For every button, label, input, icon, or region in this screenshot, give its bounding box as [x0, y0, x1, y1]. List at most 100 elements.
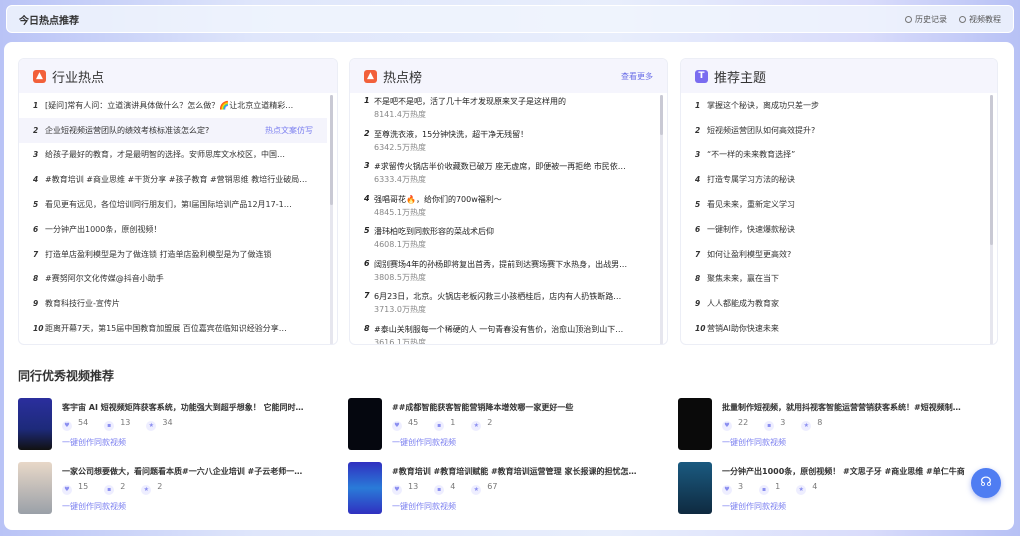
video-thumbnail[interactable]	[678, 398, 712, 450]
scrollbar[interactable]	[330, 95, 333, 344]
view-more-link[interactable]: 查看更多	[621, 71, 653, 82]
video-card[interactable]: ##成都智能获客智能营销降本增效哪一家更好一些 ♥ 45 ▪ 1 ★ 2 一键创作同款视频	[348, 398, 668, 452]
item-title: 企业短视频运营团队的绩效考核标准该怎么定?	[45, 125, 210, 135]
list-item[interactable]: 5 看见未来，重新定义学习	[681, 192, 987, 217]
history-button[interactable]: 历史记录	[905, 14, 947, 25]
list-item[interactable]: 4 #教育培训 #商业思维 #干货分享 #孩子教育 #营销思维 教培行业破局…	[19, 167, 327, 192]
video-thumbnail[interactable]	[18, 462, 52, 514]
likes-stat: ♥ 22	[722, 418, 748, 431]
list-item[interactable]: 6 一键制作，快速爆款秘诀	[681, 217, 987, 242]
rank-number: 3	[364, 161, 370, 170]
likes-count: 54	[78, 418, 89, 427]
customer-service-button[interactable]: ☊	[971, 468, 1001, 498]
topics-card: T 推荐主题 1 掌握这个秘诀，离成功只差一步 2 短视频运营团队如何高效提升? 3 “不一…	[680, 58, 998, 345]
create-similar-link[interactable]: 一键创作同款视频	[62, 437, 338, 448]
create-similar-link[interactable]: 一键创作同款视频	[722, 501, 998, 512]
video-title[interactable]: 一分钟产出1000条，原创视频！ #文思子牙 #商业思维 #单仁牛商	[722, 466, 984, 477]
item-title: #求留传火锅店半价收藏数已破万 座无虚席，即便被一再拒绝 市民依…	[374, 162, 626, 171]
hot-item[interactable]: 7 6月23日，北京。火锅店老板闪救三小孩栖桂后，店内有人扔铁断路… 3713.0万…	[350, 288, 657, 321]
stars-stat: ★ 2	[471, 418, 492, 431]
list-item[interactable]: 9 教育科技行业-宣传片	[19, 291, 327, 316]
rank-number: 10	[695, 324, 706, 334]
video-thumbnail[interactable]	[18, 398, 52, 450]
video-card[interactable]: 一分钟产出1000条，原创视频！ #文思子牙 #商业思维 #单仁牛商 ♥ 3 ▪ 1 ★ 4…	[678, 462, 998, 516]
stars-stat: ★ 67	[471, 482, 497, 495]
list-item[interactable]: 3 “不一样的未来教育选择”	[681, 143, 987, 168]
heat-value: 4608.1万热度	[374, 240, 426, 249]
rank-number: 5	[695, 200, 701, 210]
stars-stat: ★ 2	[141, 482, 162, 495]
item-title: 人人都能成为教育家	[707, 299, 779, 309]
item-title: #泰山关制服每一个稀硬的人 一句青春没有售价，治愈山顶治到山下…	[374, 324, 624, 334]
comment-icon: ▪	[104, 485, 115, 495]
hot-item[interactable]: 5 潘玮柏吃到同款形容的菜战术后仰 4608.1万热度	[350, 223, 657, 256]
video-card[interactable]: 一家公司想要做大，看问题看本质#一六八企业培训 #子云老师一… ♥ 15 ▪ 2 ★ 2 一键…	[18, 462, 338, 516]
create-similar-link[interactable]: 一键创作同款视频	[62, 501, 338, 512]
video-title[interactable]: #教育培训 #教育培训赋能 #教育培训运营管理 家长报课的担忧怎…	[392, 466, 654, 477]
video-title[interactable]: 一家公司想要做大，看问题看本质#一六八企业培训 #子云老师一…	[62, 466, 324, 477]
video-thumbnail[interactable]	[348, 398, 382, 450]
page-title: 今日热点推荐	[19, 15, 79, 27]
fire-icon: ▲	[364, 69, 377, 83]
rewrite-button[interactable]: 热点文案仿写	[265, 125, 313, 136]
create-similar-link[interactable]: 一键创作同款视频	[722, 437, 998, 448]
list-item[interactable]: 5 看见更有远见，各位培训同行朋友们，第Ⅰ届国际培训产品12月17-1…	[19, 192, 327, 217]
list-item[interactable]: 10 距离开幕7天，第15届中国教育加盟展 百位嘉宾莅临知识经验分享…	[19, 316, 327, 341]
list-item[interactable]: 1 [疑问]常有人问：立道演讲具体做什么？怎么做？🌈让北京立道精彩…	[19, 93, 327, 118]
item-title: 看见更有远见，各位培训同行朋友们，第Ⅰ届国际培训产品12月17-1…	[45, 200, 292, 210]
clock-icon	[905, 15, 912, 23]
likes-stat: ♥ 15	[62, 482, 88, 495]
headset-icon: ☊	[980, 475, 992, 490]
hot-item[interactable]: 8 #泰山关制服每一个稀硬的人 一句青春没有售价，治愈山顶治到山下… 3616.1万…	[350, 321, 657, 345]
video-card[interactable]: 批量制作短视频，就用抖视客智能运营营销获客系统！#短视频制… ♥ 22 ▪ 3 ★ 8 一键创…	[678, 398, 998, 452]
hot-item[interactable]: 4 强唱哥花🔥，给你们的700w福利～ 4845.1万热度	[350, 191, 657, 224]
video-card[interactable]: 客宇宙 AI 短视频矩阵获客系统，功能强大到超乎想象！ 它能同时… ♥ 54 ▪ 13 ★…	[18, 398, 338, 452]
video-thumbnail[interactable]	[678, 462, 712, 514]
likes-count: 45	[408, 418, 419, 427]
list-item[interactable]: 7 打造单店盈利模型是为了做连锁 打造单店盈利模型是为了做连锁	[19, 242, 327, 267]
hot-item[interactable]: 1 不是吧不是吧，活了几十年才发现原来叉子是这样用的 8141.4万热度	[350, 93, 657, 126]
list-item[interactable]: 6 一分钟产出1000条，原创视频！	[19, 217, 327, 242]
video-title[interactable]: ##成都智能获客智能营销降本增效哪一家更好一些	[392, 402, 654, 413]
create-similar-link[interactable]: 一键创作同款视频	[392, 437, 668, 448]
like-icon: ♥	[62, 485, 72, 495]
list-item[interactable]: 2 短视频运营团队如何高效提升?	[681, 118, 987, 143]
list-item[interactable]: 3 给孩子最好的教育，才是最明智的选择。安师思库文水校区，中国…	[19, 143, 327, 168]
hot-item[interactable]: 6 阔别赛场4年的孙杨即将复出首秀，提前到达赛场赛下水热身，出战男… 3808.5万…	[350, 256, 657, 289]
hot-item[interactable]: 3 #求留传火锅店半价收藏数已破万 座无虚席，即便被一再拒绝 市民依… 6333.4…	[350, 158, 657, 191]
list-item[interactable]: 8 #赛努阿尔文化传媒@抖音小助手	[19, 267, 327, 292]
list-item[interactable]: 7 如何让盈利模型更高效?	[681, 242, 987, 267]
scrollbar[interactable]	[660, 95, 663, 344]
hot-item[interactable]: 2 至尊洗衣液，15分钟快洗，超干净无残留！ 6342.5万热度	[350, 126, 657, 159]
rank-number: 2	[33, 125, 39, 135]
list-item[interactable]: 1 掌握这个秘诀，离成功只差一步	[681, 93, 987, 118]
list-item[interactable]: 2 企业短视频运营团队的绩效考核标准该怎么定? 热点文案仿写	[19, 117, 327, 143]
list-item[interactable]: 8 聚焦未来，赢在当下	[681, 267, 987, 292]
item-title: 打造单店盈利模型是为了做连锁 打造单店盈利模型是为了做连锁	[45, 249, 272, 259]
video-card[interactable]: #教育培训 #教育培训赋能 #教育培训运营管理 家长报课的担忧怎… ♥ 13 ▪ 4 ★ 6…	[348, 462, 668, 516]
video-title[interactable]: 客宇宙 AI 短视频矩阵获客系统，功能强大到超乎想象！ 它能同时…	[62, 402, 324, 413]
item-title: 如何让盈利模型更高效?	[707, 249, 792, 259]
section-title: 同行优秀视频推荐	[18, 369, 115, 383]
list-item[interactable]: 4 打造专属学习方法的秘诀	[681, 167, 987, 192]
comments-count: 4	[450, 482, 456, 491]
stars-count: 2	[157, 482, 163, 491]
item-title: #赛努阿尔文化传媒@抖音小助手	[45, 274, 164, 284]
video-title[interactable]: 批量制作短视频，就用抖视客智能运营营销获客系统！#短视频制…	[722, 402, 984, 413]
comments-stat: ▪ 2	[104, 482, 125, 495]
rank-number: 3	[33, 150, 39, 160]
likes-stat: ♥ 3	[722, 482, 743, 495]
list-item[interactable]: 9 人人都能成为教育家	[681, 291, 987, 316]
create-similar-link[interactable]: 一键创作同款视频	[392, 501, 668, 512]
list-item[interactable]: 10 营销AI助你快速未来	[681, 316, 987, 341]
tutorial-label: 视频教程	[969, 14, 1001, 24]
scrollbar[interactable]	[990, 95, 993, 344]
item-title: 距离开幕7天，第15届中国教育加盟展 百位嘉宾莅临知识经验分享…	[45, 324, 287, 334]
like-icon: ♥	[392, 485, 402, 495]
rank-number: 5	[364, 226, 370, 235]
item-title: 阔别赛场4年的孙杨即将复出首秀，提前到达赛场赛下水热身，出战男…	[374, 259, 628, 269]
tutorial-button[interactable]: 视频教程	[959, 14, 1001, 25]
item-title: 至尊洗衣液，15分钟快洗，超干净无残留！	[374, 129, 529, 139]
video-thumbnail[interactable]	[348, 462, 382, 514]
star-icon: ★	[801, 421, 812, 431]
